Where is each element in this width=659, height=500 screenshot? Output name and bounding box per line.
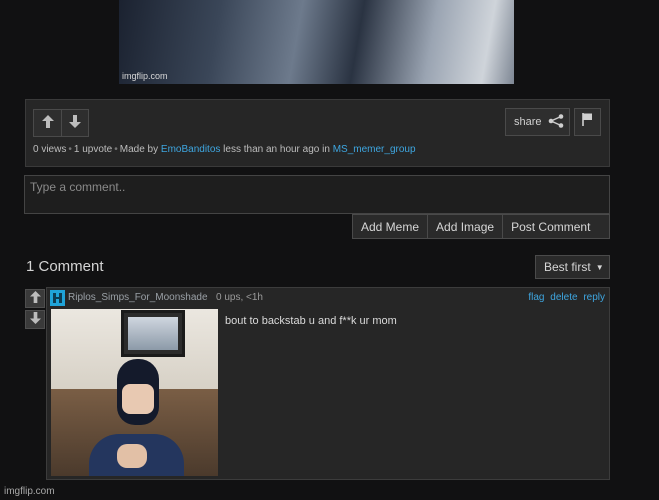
- post-action-panel: share 0 views • 1 upvote • Made by EmoBandit…: [25, 99, 610, 167]
- author-link[interactable]: EmoBanditos: [161, 144, 220, 155]
- comment-stats: 0 ups, <1h: [216, 292, 263, 303]
- arrow-down-icon: [69, 115, 81, 131]
- upvote-button[interactable]: [34, 110, 61, 136]
- comment-flag-link[interactable]: flag: [528, 292, 544, 303]
- share-label: share: [514, 116, 542, 128]
- downvote-button[interactable]: [61, 110, 88, 136]
- share-button[interactable]: share: [505, 108, 570, 136]
- sort-selected-label: Best first: [544, 260, 591, 274]
- arrow-up-icon: [29, 291, 41, 306]
- arrow-up-icon: [41, 115, 54, 131]
- add-image-button[interactable]: Add Image: [427, 215, 502, 238]
- comment-actions: flag delete reply: [525, 292, 605, 303]
- comment-delete-link[interactable]: delete: [550, 292, 577, 303]
- comment-upvote-button[interactable]: [25, 289, 45, 308]
- made-by-label: Made by: [119, 144, 159, 155]
- flag-button[interactable]: [574, 108, 601, 136]
- comment-input[interactable]: Type a comment..: [24, 175, 610, 214]
- footer-watermark: imgflip.com: [4, 486, 55, 497]
- post-vote-group: [33, 109, 89, 137]
- upvote-count: 1 upvote: [73, 144, 113, 155]
- caret-down-icon: ▼: [595, 262, 604, 272]
- post-meta: 0 views • 1 upvote • Made by EmoBanditos les…: [33, 144, 416, 155]
- comment-form-actions: Add Meme Add Image Post Comment: [352, 214, 610, 239]
- comment-text: bout to backstab u and f**k ur mom: [225, 315, 397, 327]
- post-comment-button[interactable]: Post Comment: [502, 215, 598, 238]
- comment-sort-select[interactable]: Best first ▼: [535, 255, 610, 279]
- comment-downvote-button[interactable]: [25, 310, 45, 329]
- arrow-down-icon: [29, 312, 41, 327]
- comment-username[interactable]: Riplos_Simps_For_Moonshade: [68, 292, 208, 303]
- image-watermark: imgflip.com: [122, 71, 168, 81]
- avatar[interactable]: [50, 290, 65, 306]
- comments-heading: 1 Comment: [26, 258, 104, 275]
- post-image[interactable]: imgflip.com: [119, 0, 514, 84]
- add-meme-button[interactable]: Add Meme: [353, 215, 427, 238]
- comment-item: Riplos_Simps_For_Moonshade 0 ups, <1h fl…: [46, 287, 610, 480]
- comment-image[interactable]: [51, 309, 218, 476]
- views-count: 0 views: [33, 144, 67, 155]
- share-icon: [548, 113, 564, 131]
- post-time: less than an hour ago in: [223, 144, 330, 155]
- stream-link[interactable]: MS_memer_group: [333, 144, 416, 155]
- flag-icon: [582, 113, 593, 131]
- comment-input-placeholder: Type a comment..: [30, 180, 126, 194]
- comment-reply-link[interactable]: reply: [583, 292, 605, 303]
